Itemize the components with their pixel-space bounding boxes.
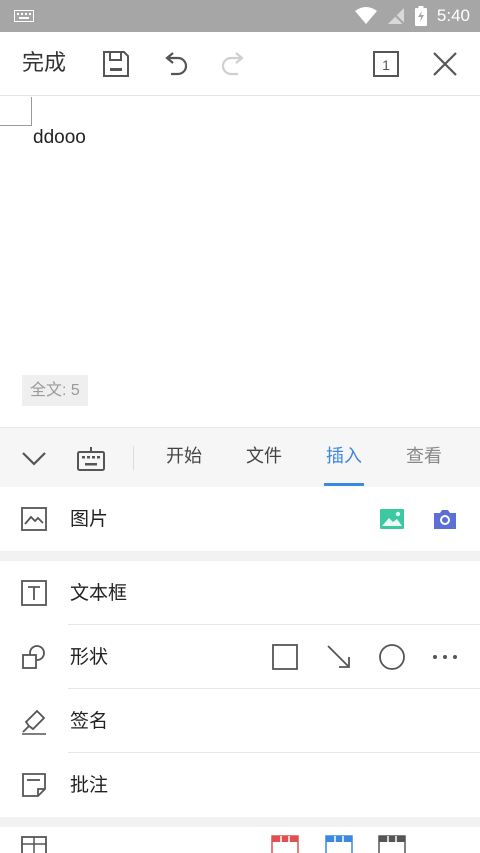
arrow-shape-icon[interactable] xyxy=(325,643,353,671)
rectangle-shape-icon[interactable] xyxy=(271,643,299,671)
tab-start[interactable]: 开始 xyxy=(162,428,206,488)
document-text[interactable]: ddooo xyxy=(33,127,86,149)
status-bar: 5:40 xyxy=(0,0,480,32)
save-icon[interactable] xyxy=(100,48,132,80)
signature-icon xyxy=(22,709,46,735)
insert-signature-label: 签名 xyxy=(70,710,109,732)
comment-icon xyxy=(22,773,46,797)
word-count-badge: 全文: 5 xyxy=(22,375,88,406)
chevron-down-icon[interactable] xyxy=(18,442,50,474)
battery-charging-icon xyxy=(414,6,427,26)
insert-shape-row[interactable]: 形状 xyxy=(0,625,480,689)
insert-comment-row[interactable]: 批注 xyxy=(0,753,480,817)
svg-text:1: 1 xyxy=(382,57,390,73)
shape-icon xyxy=(22,645,45,669)
close-icon[interactable] xyxy=(429,48,461,80)
insert-panel: 图片 文本框 形状 签名 批注 xyxy=(0,487,480,853)
insert-table-row-partial[interactable] xyxy=(0,827,480,853)
section-gap xyxy=(0,551,480,561)
insert-textbox-row[interactable]: 文本框 xyxy=(0,561,480,625)
wifi-icon xyxy=(354,7,377,24)
section-gap xyxy=(0,817,480,827)
undo-icon[interactable] xyxy=(159,48,191,80)
insert-textbox-label: 文本框 xyxy=(70,582,128,604)
table-icon xyxy=(21,836,47,853)
clock: 5:40 xyxy=(436,6,470,25)
table-style-blue-icon[interactable] xyxy=(325,835,353,853)
more-shapes-icon[interactable] xyxy=(431,643,459,671)
redo-icon[interactable] xyxy=(218,48,250,80)
done-button[interactable]: 完成 xyxy=(22,32,66,96)
page-count-icon[interactable]: 1 xyxy=(370,48,402,80)
gallery-icon[interactable] xyxy=(378,505,406,533)
no-signal-icon xyxy=(387,8,405,25)
insert-image-label: 图片 xyxy=(70,508,109,530)
table-style-gray-icon[interactable] xyxy=(378,835,406,853)
editor-toolbar: 完成 1 xyxy=(0,32,480,96)
document-area[interactable]: ddooo 全文: 5 xyxy=(0,97,480,427)
ribbon-tab-bar: 开始 文件 插入 查看 xyxy=(0,427,480,487)
tab-insert[interactable]: 插入 xyxy=(324,428,364,488)
circle-shape-icon[interactable] xyxy=(378,643,406,671)
textbox-icon xyxy=(21,580,47,606)
insert-signature-row[interactable]: 签名 xyxy=(0,689,480,753)
image-icon xyxy=(21,507,47,531)
keyboard-toggle-icon[interactable] xyxy=(75,442,107,474)
insert-image-row[interactable]: 图片 xyxy=(0,487,480,551)
ribbon-separator xyxy=(133,446,134,470)
camera-icon[interactable] xyxy=(431,505,459,533)
tab-file[interactable]: 文件 xyxy=(242,428,286,488)
tab-view[interactable]: 查看 xyxy=(402,428,446,488)
table-style-red-icon[interactable] xyxy=(271,835,299,853)
page-corner-marker xyxy=(0,97,32,126)
insert-shape-label: 形状 xyxy=(70,646,109,668)
keyboard-icon xyxy=(14,10,34,22)
insert-comment-label: 批注 xyxy=(70,774,109,796)
